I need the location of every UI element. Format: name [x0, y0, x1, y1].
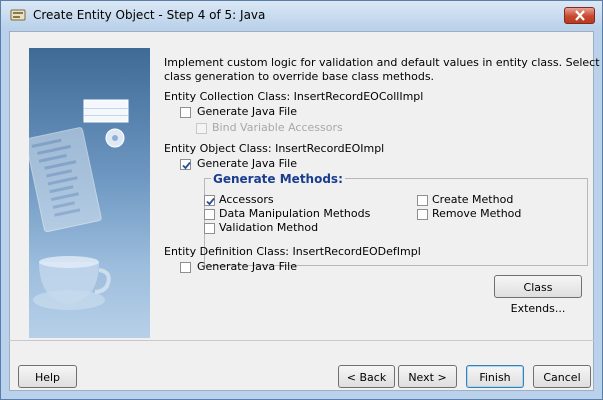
- class-extends-button[interactable]: Class Extends...: [494, 275, 582, 315]
- validation-method-checkbox[interactable]: [204, 223, 215, 234]
- description-line-1: Implement custom logic for validation an…: [164, 56, 603, 69]
- collection-generate-java-checkbox[interactable]: [180, 107, 191, 118]
- window-title: Create Entity Object - Step 4 of 5: Java: [33, 8, 266, 22]
- object-generate-java-label[interactable]: Generate Java File: [197, 157, 297, 170]
- finish-button[interactable]: Finish: [466, 365, 524, 388]
- bind-variable-accessors-checkbox: [196, 123, 207, 134]
- cancel-button[interactable]: Cancel: [533, 365, 591, 388]
- entity-object-icon: [10, 9, 26, 21]
- entity-object-class-label: Entity Object Class: InsertRecordEOImpl: [164, 142, 385, 155]
- object-generate-java-checkbox[interactable]: [180, 159, 191, 170]
- data-manipulation-label[interactable]: Data Manipulation Methods: [219, 207, 370, 220]
- accessors-label[interactable]: Accessors: [219, 193, 274, 206]
- dialog-content: Implement custom logic for validation an…: [9, 31, 603, 391]
- checkmark-icon: [206, 197, 215, 206]
- definition-generate-java-checkbox[interactable]: [180, 262, 191, 273]
- wizard-banner-image: [29, 48, 150, 338]
- definition-generate-java-label[interactable]: Generate Java File: [197, 260, 297, 273]
- validation-method-label[interactable]: Validation Method: [219, 221, 318, 234]
- help-button[interactable]: Help: [18, 365, 77, 388]
- generate-methods-title: Generate Methods:: [211, 172, 345, 186]
- next-button[interactable]: Next >: [398, 365, 457, 388]
- remove-method-label[interactable]: Remove Method: [432, 207, 521, 220]
- back-button[interactable]: < Back: [338, 365, 395, 388]
- dialog-window: Create Entity Object - Step 4 of 5: Java: [0, 0, 603, 400]
- description-line-2: class generation to override base class …: [164, 70, 435, 83]
- button-bar-separator: [9, 340, 594, 341]
- data-manipulation-checkbox[interactable]: [204, 209, 215, 220]
- bind-variable-accessors-label: Bind Variable Accessors: [212, 121, 343, 134]
- title-bar[interactable]: Create Entity Object - Step 4 of 5: Java: [1, 1, 602, 29]
- create-method-checkbox[interactable]: [417, 195, 428, 206]
- checkmark-icon: [182, 161, 191, 170]
- remove-method-checkbox[interactable]: [417, 209, 428, 220]
- entity-definition-class-label: Entity Definition Class: InsertRecordEOD…: [164, 245, 421, 258]
- close-icon: [575, 10, 585, 21]
- create-method-label[interactable]: Create Method: [432, 193, 513, 206]
- collection-generate-java-label[interactable]: Generate Java File: [197, 105, 297, 118]
- close-button[interactable]: [564, 7, 595, 24]
- accessors-checkbox[interactable]: [204, 195, 215, 206]
- entity-collection-class-label: Entity Collection Class: InsertRecordEOC…: [164, 90, 424, 103]
